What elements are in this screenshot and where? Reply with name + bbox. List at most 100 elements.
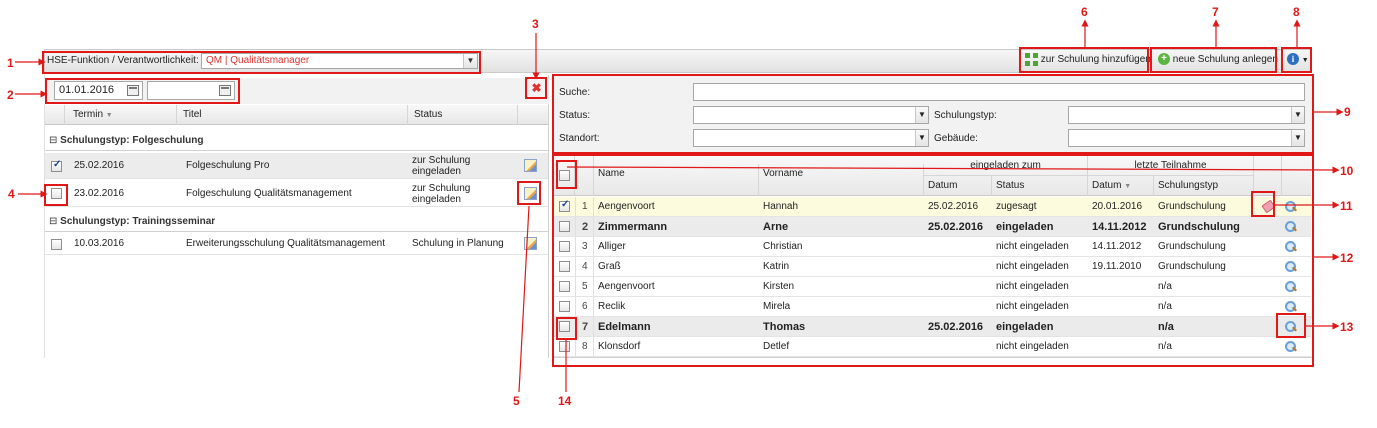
- row-title: Folgeschulung Pro: [186, 160, 270, 171]
- row-invite-status: nicht eingeladen: [996, 261, 1069, 272]
- hse-function-value: QM | Qualitätsmanager: [206, 55, 310, 66]
- row-training-type: n/a: [1158, 341, 1172, 352]
- column-status[interactable]: Status: [408, 105, 518, 125]
- tag-icon[interactable]: [1261, 199, 1276, 214]
- row-checkbox[interactable]: [559, 301, 570, 312]
- column-name[interactable]: Name: [594, 164, 759, 196]
- callout-number-12: 12: [1340, 251, 1354, 265]
- row-checkbox[interactable]: [559, 321, 570, 332]
- search-icon[interactable]: [1285, 281, 1296, 292]
- chevron-down-icon: ▼: [1291, 107, 1304, 123]
- column-last-datum[interactable]: Datum ▼: [1088, 176, 1154, 196]
- table-row[interactable]: 23.02.2016 Folgeschulung Qualitätsmanage…: [45, 180, 548, 207]
- location-select[interactable]: ▼: [693, 129, 929, 147]
- column-titel[interactable]: Titel: [177, 105, 408, 125]
- group-header[interactable]: ⊟ Schulungstyp: Trainingsseminar: [45, 212, 548, 232]
- row-checkbox[interactable]: [51, 188, 62, 199]
- info-menu-button[interactable]: i ▼: [1283, 50, 1313, 72]
- calendar-icon[interactable]: [127, 85, 139, 96]
- row-invite-status: nicht eingeladen: [996, 281, 1069, 292]
- column-datum[interactable]: Datum: [924, 176, 992, 196]
- row-name: Aengenvoort: [598, 201, 655, 212]
- row-number: 1: [582, 201, 588, 212]
- column-tag: [1254, 156, 1282, 196]
- column-vorname[interactable]: Vorname: [759, 164, 924, 196]
- row-checkbox[interactable]: [559, 221, 570, 232]
- hse-function-label: HSE-Funktion / Verantwortlichkeit:: [47, 55, 199, 66]
- row-status: zur Schulung eingeladen: [412, 183, 471, 205]
- last-participation-group-header: letzte Teilnahme: [1088, 156, 1254, 176]
- status-label: Status:: [559, 110, 591, 121]
- collapse-icon[interactable]: ⊟: [49, 216, 57, 227]
- calendar-icon[interactable]: [219, 85, 231, 96]
- row-checkbox[interactable]: [559, 261, 570, 272]
- table-row[interactable]: 8 Klonsdorf Detlef nicht eingeladen n/a: [554, 337, 1311, 357]
- row-checkbox[interactable]: [559, 281, 570, 292]
- date-from-value: 01.01.2016: [59, 84, 115, 96]
- row-invite-status: eingeladen: [996, 321, 1054, 333]
- location-label: Standort:: [559, 133, 600, 144]
- column-actions: [518, 105, 548, 125]
- callout-number-9: 9: [1344, 105, 1351, 119]
- column-status[interactable]: Status: [992, 176, 1088, 196]
- row-training-type: Grundschulung: [1158, 221, 1240, 233]
- table-row[interactable]: 3 Alliger Christian nicht eingeladen 14.11.2…: [554, 237, 1311, 257]
- row-status: Schulung in Planung: [412, 238, 504, 249]
- add-to-training-button[interactable]: zur Schulung hinzufügen: [1021, 50, 1155, 72]
- callout-number-7: 7: [1212, 5, 1219, 19]
- row-name: Graß: [598, 261, 621, 272]
- search-icon[interactable]: [1285, 301, 1296, 312]
- edit-icon[interactable]: [524, 187, 537, 200]
- table-row[interactable]: 7 Edelmann Thomas 25.02.2016 eingeladen n/a: [554, 317, 1311, 337]
- sort-desc-icon: ▼: [105, 112, 113, 119]
- row-checkbox[interactable]: [51, 239, 62, 250]
- row-training-type: Grundschulung: [1158, 261, 1226, 272]
- building-select[interactable]: ▼: [1068, 129, 1305, 147]
- search-icon[interactable]: [1285, 261, 1296, 272]
- table-row[interactable]: 4 Graß Katrin nicht eingeladen 19.11.2010 Gru…: [554, 257, 1311, 277]
- row-checkbox[interactable]: [559, 241, 570, 252]
- collapse-icon[interactable]: ⊟: [49, 135, 57, 146]
- search-icon[interactable]: [1285, 341, 1296, 352]
- rownum-column: [575, 156, 594, 196]
- row-name: Alliger: [598, 241, 626, 252]
- row-name: Klonsdorf: [598, 341, 641, 352]
- row-checkbox[interactable]: [559, 199, 570, 212]
- new-training-button[interactable]: + neue Schulung anlegen: [1154, 50, 1282, 72]
- edit-icon[interactable]: [524, 237, 537, 250]
- search-icon[interactable]: [1285, 241, 1296, 252]
- row-last-date: 14.11.2012: [1092, 241, 1142, 252]
- row-invite-status: nicht eingeladen: [996, 341, 1069, 352]
- table-row[interactable]: 1 Aengenvoort Hannah 25.02.2016 zugesagt 20.0…: [554, 197, 1311, 217]
- search-icon[interactable]: [1285, 221, 1296, 232]
- hse-function-select[interactable]: QM | Qualitätsmanager ▼: [201, 53, 478, 69]
- search-input[interactable]: [693, 83, 1305, 101]
- select-all-checkbox[interactable]: [559, 170, 570, 181]
- row-name: Edelmann: [598, 321, 651, 333]
- column-termin[interactable]: Termin ▼: [65, 105, 177, 125]
- callout-number-2: 2: [7, 88, 14, 102]
- table-row[interactable]: 25.02.2016 Folgeschulung Pro zur Schulun…: [45, 153, 548, 179]
- table-row[interactable]: 5 Aengenvoort Kirsten nicht eingeladen n/a: [554, 277, 1311, 297]
- row-checkbox[interactable]: [559, 341, 570, 352]
- row-date: 10.03.2016: [74, 238, 125, 249]
- edit-icon[interactable]: [524, 159, 537, 172]
- row-vorname: Katrin: [763, 261, 790, 272]
- row-name: Reclik: [598, 301, 626, 312]
- callout-number-13: 13: [1340, 320, 1354, 334]
- training-type-select[interactable]: ▼: [1068, 106, 1305, 124]
- row-number: 5: [582, 281, 588, 292]
- clear-filter-button[interactable]: ✖: [530, 82, 543, 95]
- search-icon[interactable]: [1285, 321, 1296, 332]
- row-checkbox[interactable]: [51, 159, 62, 172]
- search-label: Suche:: [559, 87, 591, 98]
- search-icon[interactable]: [1285, 201, 1296, 212]
- status-select[interactable]: ▼: [693, 106, 929, 124]
- group-header[interactable]: ⊟ Schulungstyp: Folgeschulung: [45, 131, 548, 151]
- table-row[interactable]: 6 Reclik Mirela nicht eingeladen n/a: [554, 297, 1311, 317]
- table-row[interactable]: 2 Zimmermann Arne 25.02.2016 eingeladen 14.11…: [554, 217, 1311, 237]
- table-row[interactable]: 10.03.2016 Erweiterungsschulung Qualität…: [45, 234, 548, 255]
- column-training-type[interactable]: Schulungstyp: [1154, 176, 1254, 196]
- row-number: 2: [582, 221, 589, 233]
- row-training-type: n/a: [1158, 301, 1172, 312]
